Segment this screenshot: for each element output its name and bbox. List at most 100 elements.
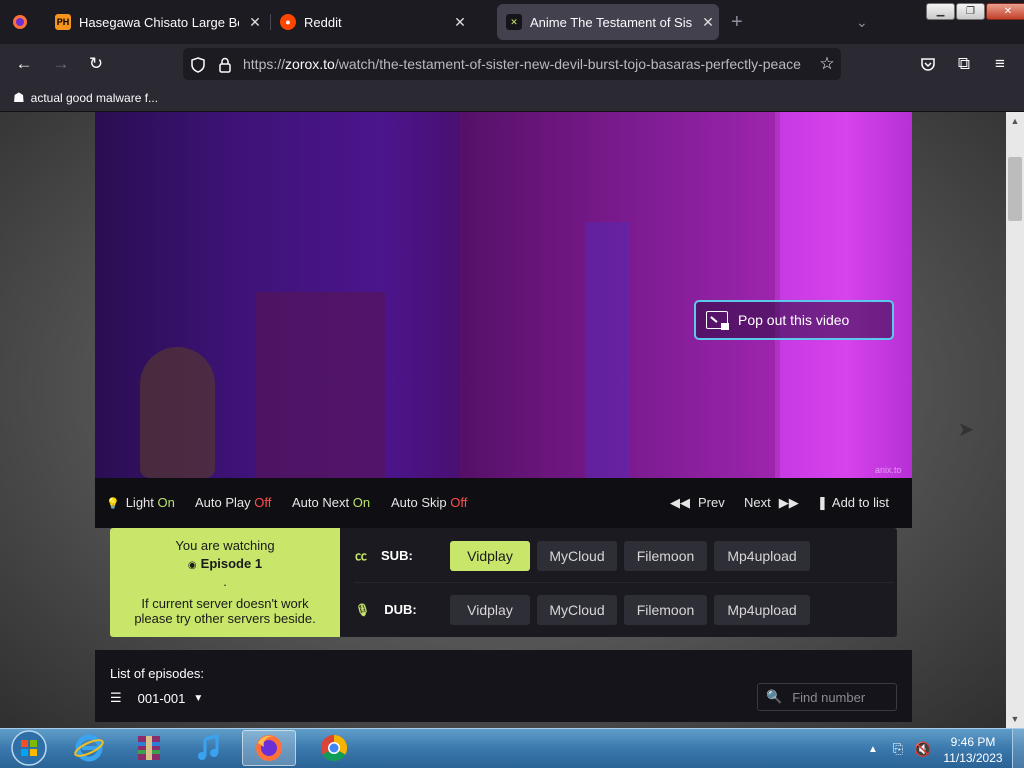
show-desktop-button[interactable] (1012, 729, 1024, 768)
bulb-icon: 💡 (106, 498, 120, 510)
bookmark-icon: ❚ (817, 495, 828, 510)
microphone-icon: 🎙 (355, 602, 371, 617)
find-episode-input[interactable]: 🔍 Find number (757, 683, 897, 711)
watching-hint-2: please try other servers beside. (134, 611, 316, 626)
video-frame-shape (255, 292, 385, 478)
dub-label: DUB: (384, 602, 417, 617)
firefox-taskbar-icon[interactable] (242, 730, 296, 766)
add-to-list-label: Add to list (831, 495, 889, 510)
tab-hasegawa[interactable]: PH Hasegawa Chisato Large Boobs ✕ (55, 0, 263, 44)
mouse-cursor-icon: ➤ (957, 418, 975, 441)
prev-episode-button[interactable]: ◀◀ Prev (670, 495, 725, 511)
back-arrow-icon[interactable]: ← (13, 53, 35, 75)
tab-title: Reddit (304, 14, 342, 30)
close-tab-icon[interactable]: ✕ (700, 14, 716, 31)
winrar-icon[interactable] (122, 730, 176, 766)
url-text[interactable]: https://zorox.to/watch/the-testament-of-… (243, 56, 808, 72)
autoplay-label: Auto Play (195, 495, 251, 510)
autonext-toggle[interactable]: Auto Next On (292, 495, 370, 510)
firefox-menu-icon[interactable] (12, 0, 32, 44)
tab-title: Anime The Testament of Sister New Devil (530, 14, 692, 30)
dub-server-mp4upload[interactable]: Mp4upload (714, 595, 810, 625)
video-player[interactable] (95, 112, 912, 478)
list-icon: ☰ (110, 690, 122, 705)
episode-range-value: 001-001 (137, 690, 186, 706)
close-tab-icon[interactable]: ✕ (452, 14, 468, 31)
autoskip-toggle[interactable]: Auto Skip Off (391, 495, 467, 510)
minimize-window-button[interactable]: ▁ (926, 3, 955, 20)
network-icon[interactable]: ⎘ (889, 738, 907, 760)
tab-divider (270, 14, 271, 30)
server-row-divider (354, 582, 894, 583)
list-all-tabs-icon[interactable]: ⌄ (856, 0, 872, 44)
start-button[interactable] (2, 730, 56, 766)
current-episode: ◉ Episode 1 (110, 556, 340, 571)
forward-arrow-icon[interactable]: → (50, 53, 72, 75)
hamburger-menu-icon[interactable]: ≡ (989, 53, 1011, 75)
pocket-icon[interactable] (917, 53, 939, 75)
sub-server-filemoon[interactable]: Filemoon (624, 541, 707, 571)
url-host: zorox.to (285, 56, 335, 72)
dub-server-label: 🎙 DUB: (355, 602, 417, 617)
close-window-button[interactable]: ✕ (986, 3, 1024, 20)
bookmark-label: actual good malware f... (30, 91, 159, 105)
autoskip-label: Auto Skip (391, 495, 447, 510)
reload-icon[interactable]: ↻ (85, 53, 107, 75)
episode-label: Episode 1 (200, 556, 263, 571)
add-to-list-button[interactable]: ❚ Add to list (817, 495, 889, 511)
show-hidden-icons-icon[interactable]: ▲ (866, 738, 880, 760)
dub-server-mycloud[interactable]: MyCloud (537, 595, 617, 625)
sub-label: SUB: (381, 548, 413, 563)
close-tab-icon[interactable]: ✕ (247, 14, 263, 31)
rewind-icon: ◀◀ (670, 495, 690, 510)
episode-list-label: List of episodes: (110, 666, 204, 681)
chrome-taskbar-icon[interactable] (307, 730, 361, 766)
itunes-icon[interactable] (182, 730, 236, 766)
video-watermark: anix.to (875, 465, 902, 475)
autoskip-state: Off (450, 495, 468, 510)
tab-reddit[interactable]: ● Reddit ✕ (280, 0, 480, 44)
ph-favicon-icon: PH (55, 14, 71, 30)
pop-out-video-button[interactable]: Pop out this video (694, 300, 894, 340)
volume-muted-icon[interactable]: 🔇 (913, 738, 933, 760)
bookmark-item[interactable]: ☗ actual good malware f... (13, 90, 158, 106)
autonext-label: Auto Next (292, 495, 350, 510)
tab-anime-active[interactable]: ✕ Anime The Testament of Sister New Devi… (497, 4, 719, 40)
scroll-up-icon[interactable]: ▲ (1006, 114, 1024, 128)
episode-range-select[interactable]: ☰ 001-001 ▼ (110, 690, 203, 706)
light-toggle[interactable]: 💡 Light On (106, 495, 175, 510)
maximize-window-button[interactable]: ❐ (956, 3, 985, 20)
autonext-state: On (352, 495, 371, 510)
light-label: Light (125, 495, 154, 510)
tab-title: Hasegawa Chisato Large Boobs (79, 14, 239, 30)
scrollbar-thumb[interactable] (1008, 157, 1022, 221)
dub-server-filemoon[interactable]: Filemoon (624, 595, 707, 625)
next-episode-button[interactable]: Next ▶▶ (744, 495, 799, 511)
video-frame-shape (775, 112, 912, 478)
new-tab-button[interactable]: + (731, 0, 751, 44)
sub-server-vidplay[interactable]: Vidplay (450, 541, 530, 571)
bookmark-star-icon[interactable]: ☆ (816, 53, 838, 75)
light-state: On (157, 495, 175, 510)
clock-date: 11/13/2023 (943, 751, 1003, 765)
sub-server-mycloud[interactable]: MyCloud (537, 541, 617, 571)
video-frame-shape (585, 222, 630, 478)
url-scheme: https:// (243, 56, 286, 72)
now-watching-box: You are watching ◉ Episode 1 . If current… (110, 528, 340, 637)
scroll-down-icon[interactable]: ▼ (1006, 712, 1024, 726)
autoplay-state: Off (254, 495, 272, 510)
autoplay-toggle[interactable]: Auto Play Off (195, 495, 271, 510)
bookmark-favicon-icon: ☗ (13, 90, 25, 105)
pop-out-label: Pop out this video (738, 312, 850, 328)
clock-time: 9:46 PM (950, 735, 996, 749)
internet-explorer-icon[interactable] (62, 730, 116, 766)
sub-server-mp4upload[interactable]: Mp4upload (714, 541, 810, 571)
picture-in-picture-icon (706, 311, 729, 330)
site-favicon-icon: ✕ (506, 14, 522, 30)
find-placeholder: Find number (792, 689, 866, 705)
lock-icon[interactable] (214, 54, 236, 76)
extensions-puzzle-icon[interactable]: ⧉ (953, 53, 975, 75)
dub-server-vidplay[interactable]: Vidplay (450, 595, 530, 625)
shield-icon[interactable] (187, 54, 209, 76)
system-clock[interactable]: 9:46 PM 11/13/2023 (940, 734, 1006, 766)
